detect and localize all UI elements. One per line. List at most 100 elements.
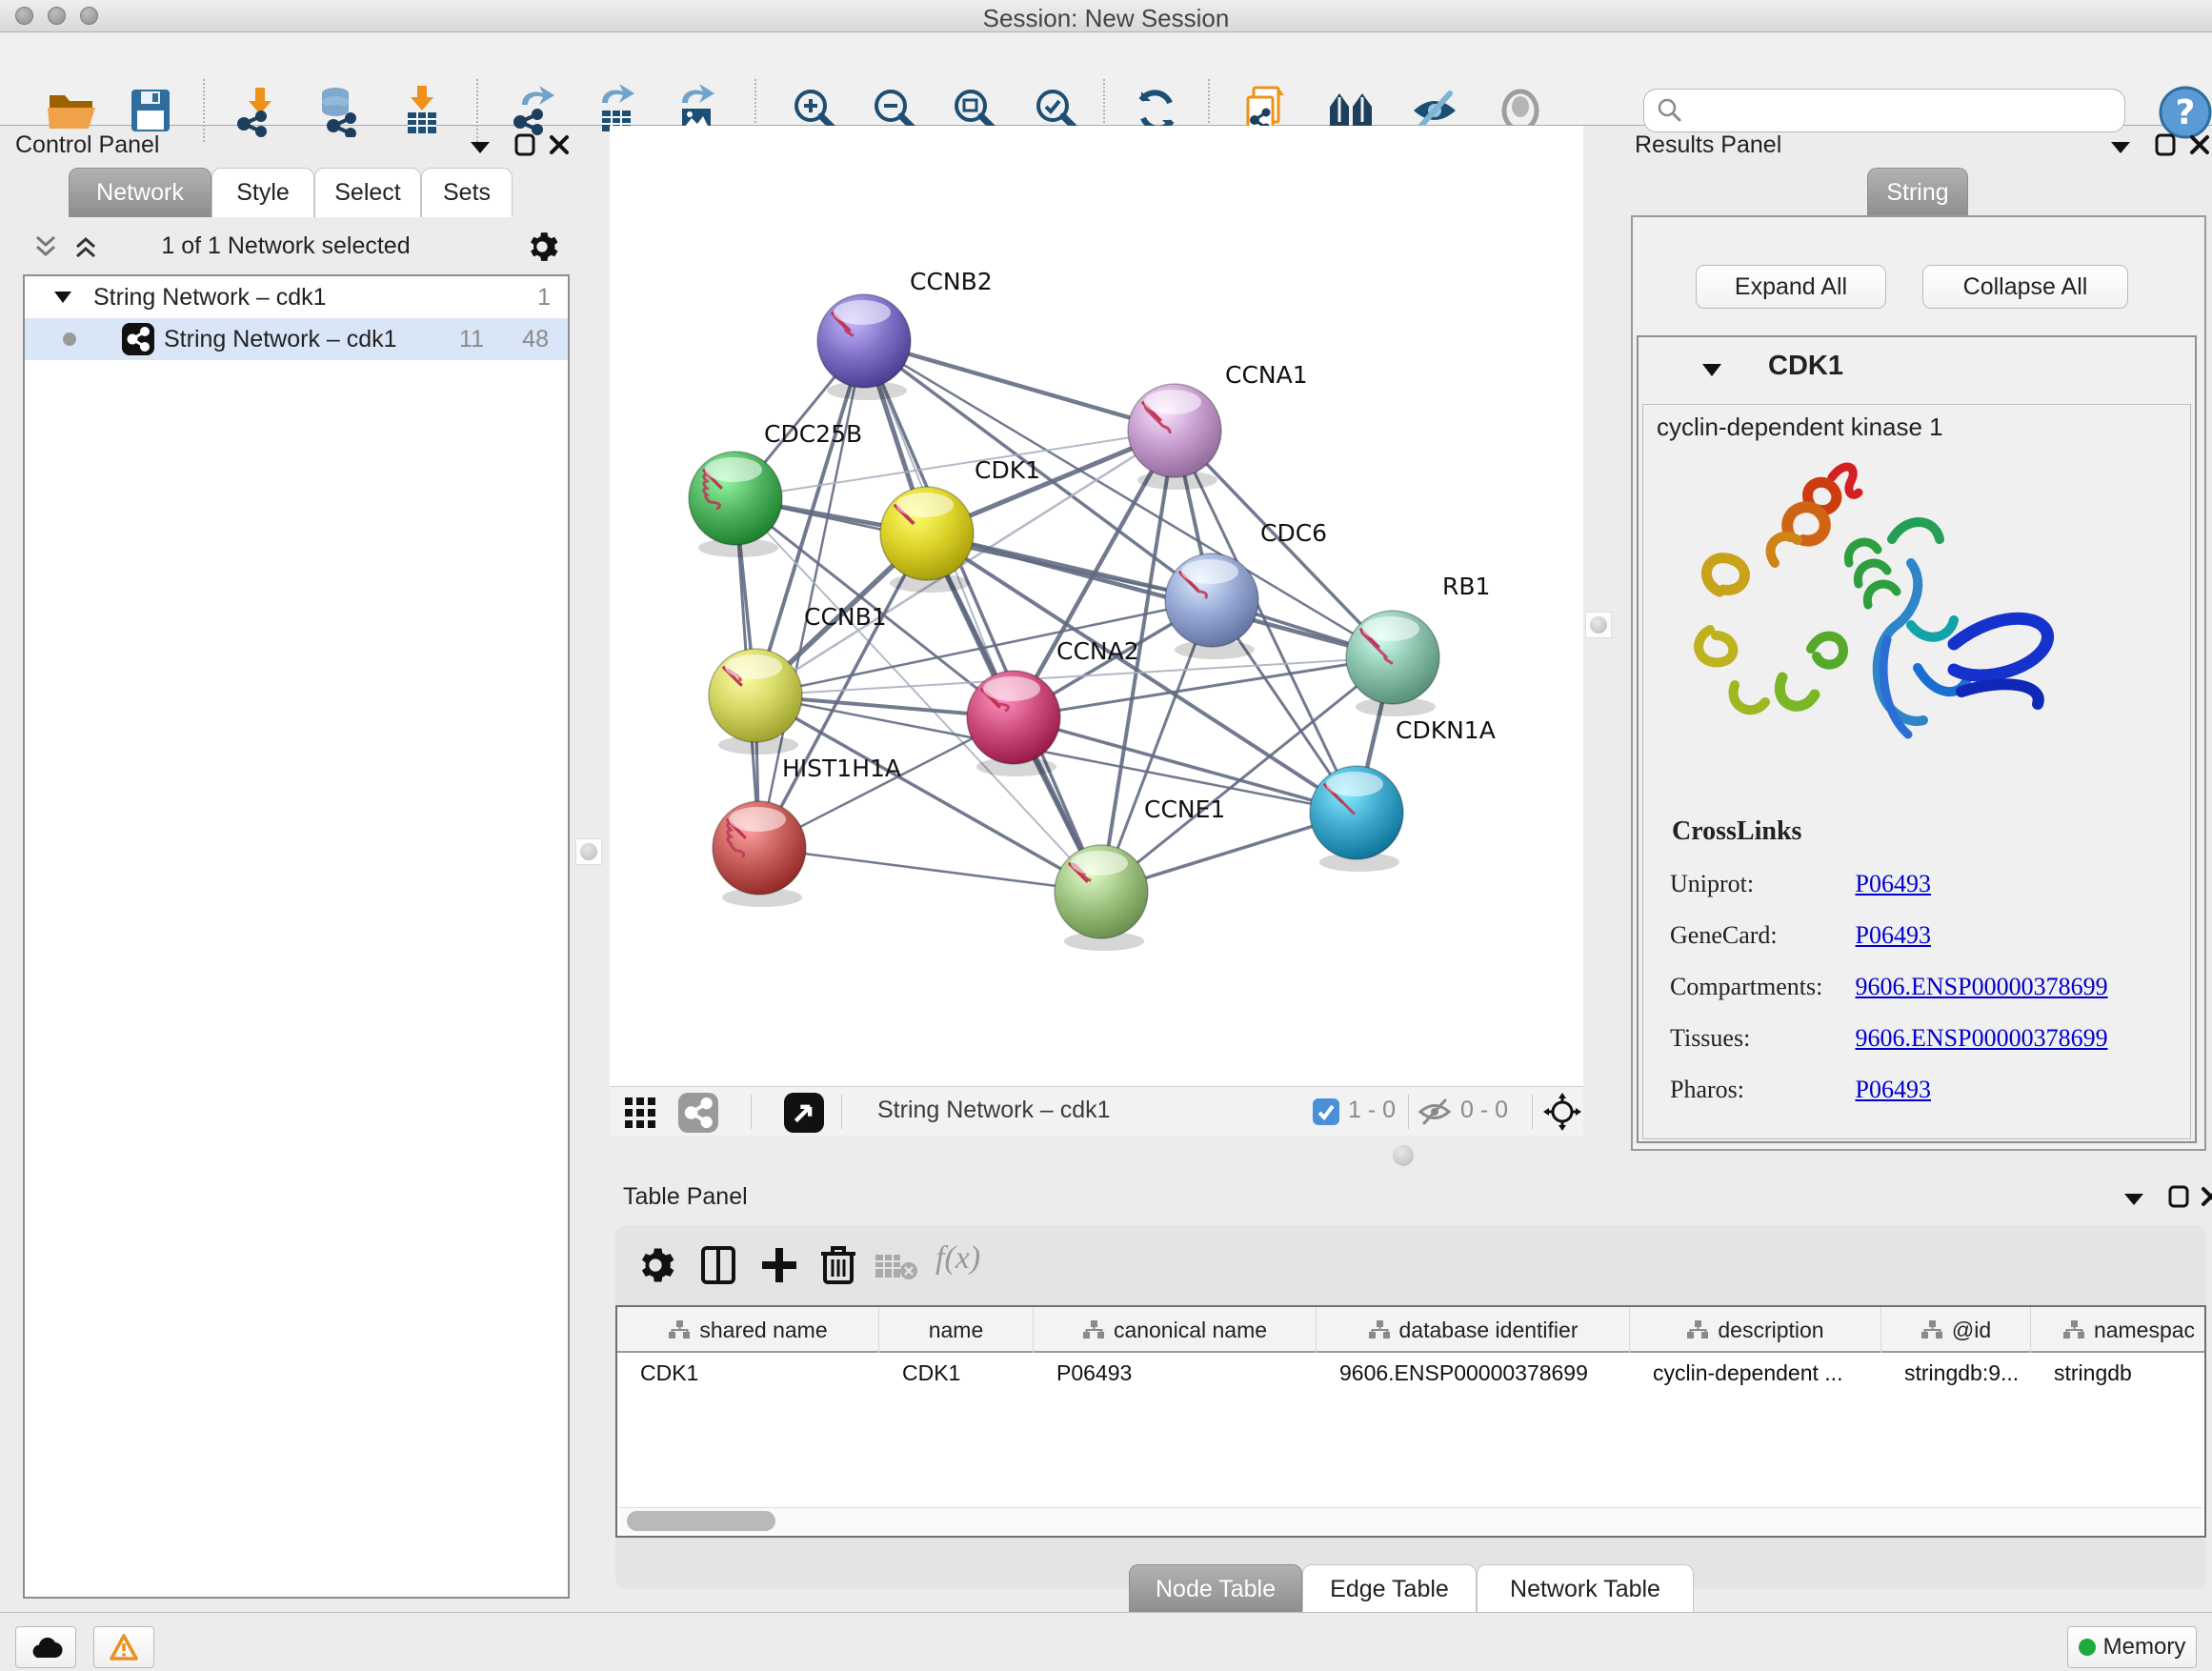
table-cell[interactable]: 9606.ENSP00000378699: [1317, 1353, 1630, 1393]
show-columns-icon[interactable]: [697, 1244, 739, 1286]
float-window-icon[interactable]: [514, 133, 535, 156]
float-window-icon[interactable]: [2155, 133, 2176, 156]
birdseye-navigator-icon[interactable]: [1543, 1093, 1581, 1131]
table-cell[interactable]: CDK1: [879, 1353, 1034, 1393]
collapse-all-button[interactable]: Collapse All: [1922, 265, 2128, 309]
crosslink-link[interactable]: P06493: [1856, 1076, 1931, 1103]
node-CDC6[interactable]: CDC6: [1165, 519, 1327, 659]
network-options-gear-icon[interactable]: [526, 231, 558, 263]
tab-string[interactable]: String: [1867, 168, 1968, 217]
column-header-canonical-name[interactable]: canonical name: [1034, 1307, 1317, 1353]
string-results-card: Expand All Collapse All CDK1 cyclin-depe…: [1631, 215, 2206, 1151]
node-CCNE1[interactable]: CCNE1: [1055, 795, 1225, 951]
tab-select-label: Select: [334, 179, 400, 207]
bottom-splitter-handle[interactable]: [1393, 1145, 1414, 1166]
column-header-name[interactable]: name: [879, 1307, 1034, 1353]
edge-HIST1H1A-CCNE1[interactable]: [759, 848, 1101, 892]
control-panel-header: Control Panel: [0, 126, 572, 168]
memory-button[interactable]: Memory: [2067, 1626, 2197, 1668]
add-column-icon[interactable]: [758, 1244, 800, 1286]
tab-network-label: Network: [96, 179, 184, 207]
edge-CCNB2-CCNE1[interactable]: [864, 341, 1101, 892]
float-menu-icon[interactable]: [2122, 1191, 2145, 1208]
delete-column-icon[interactable]: [817, 1242, 859, 1286]
search-input[interactable]: [1684, 97, 2103, 124]
scrollbar-thumb[interactable]: [627, 1511, 775, 1531]
edge-CCNB2-CCNA1[interactable]: [864, 341, 1175, 431]
cloud-status-button[interactable]: [15, 1626, 76, 1668]
network-view-icon[interactable]: [678, 1093, 718, 1133]
node-CCNA1[interactable]: CCNA1: [1128, 361, 1308, 490]
node-label-CCNA2: CCNA2: [1056, 637, 1139, 665]
hidden-counts: 0 - 0: [1460, 1097, 1508, 1124]
tab-style[interactable]: Style: [211, 168, 314, 217]
tab-node-table[interactable]: Node Table: [1129, 1564, 1302, 1614]
table-cell[interactable]: CDK1: [617, 1353, 879, 1393]
selected-checkbox-icon[interactable]: [1313, 1098, 1339, 1125]
network-canvas[interactable]: CCNB2 CCNA1 CDC25B CDK1 CDC6RB1 CCNB1 CCNA2 CDK…: [610, 126, 1583, 1086]
close-panel-icon[interactable]: [549, 133, 570, 156]
sitemap-icon: [668, 1319, 691, 1340]
crosslink-link[interactable]: 9606.ENSP00000378699: [1856, 1024, 2108, 1052]
column-header--id[interactable]: @id: [1881, 1307, 2031, 1353]
tab-network-table[interactable]: Network Table: [1477, 1564, 1694, 1614]
grid-view-icon[interactable]: [621, 1094, 659, 1132]
column-header-database-identifier[interactable]: database identifier: [1317, 1307, 1630, 1353]
crosslink-link[interactable]: P06493: [1856, 921, 1931, 949]
network-row[interactable]: String Network – cdk1 11 48: [25, 318, 568, 360]
table-horizontal-scrollbar[interactable]: [619, 1507, 2202, 1534]
collection-expand-icon[interactable]: [53, 290, 72, 305]
node-CDK1[interactable]: CDK1: [880, 456, 1040, 593]
table-cell[interactable]: stringdb:9...: [1881, 1353, 2031, 1393]
column-header-shared-name[interactable]: shared name: [617, 1307, 879, 1353]
warnings-button[interactable]: [93, 1626, 154, 1668]
detach-view-icon[interactable]: [784, 1093, 824, 1133]
float-menu-icon[interactable]: [2109, 139, 2132, 156]
close-panel-icon[interactable]: [2189, 133, 2210, 156]
tab-select[interactable]: Select: [314, 168, 421, 217]
protein-structure-image: [1668, 449, 2078, 773]
edge-CDK1-RB1[interactable]: [927, 534, 1393, 657]
expand-all-label: Expand All: [1735, 273, 1847, 301]
network-label: String Network – cdk1: [164, 326, 397, 353]
node-CCNA2[interactable]: CCNA2: [967, 637, 1139, 776]
float-window-icon[interactable]: [2168, 1185, 2189, 1208]
title-bar: Session: New Session: [0, 0, 2212, 32]
network-selection-summary: 1 of 1 Network selected: [0, 232, 572, 260]
tab-edge-table[interactable]: Edge Table: [1302, 1564, 1477, 1614]
network-graph[interactable]: CCNB2 CCNA1 CDC25B CDK1 CDC6RB1 CCNB1 CCNA2 CDK…: [610, 126, 1583, 1086]
network-collection-row[interactable]: String Network – cdk1 1: [25, 276, 568, 318]
node-CCNB2[interactable]: CCNB2: [817, 268, 993, 400]
table-row[interactable]: CDK1CDK1P064939606.ENSP00000378699cyclin…: [617, 1353, 2206, 1393]
crosslink-row: Pharos: P06493: [1670, 1076, 1931, 1104]
right-splitter-handle[interactable]: [1585, 612, 1612, 638]
tab-sets[interactable]: Sets: [421, 168, 513, 217]
function-builder-icon[interactable]: f(x): [935, 1240, 980, 1277]
expand-all-button[interactable]: Expand All: [1696, 265, 1886, 309]
float-menu-icon[interactable]: [469, 139, 492, 156]
left-splitter-handle[interactable]: [575, 838, 602, 865]
column-header-namespac[interactable]: namespac: [2031, 1307, 2206, 1353]
node-RB1[interactable]: RB1: [1346, 573, 1490, 716]
table-cell[interactable]: cyclin-dependent ...: [1630, 1353, 1881, 1393]
node-CDKN1A[interactable]: CDKN1A: [1310, 716, 1496, 872]
column-header-description[interactable]: description: [1630, 1307, 1881, 1353]
node-count: 11: [459, 326, 484, 353]
table-cell[interactable]: P06493: [1034, 1353, 1317, 1393]
node-label-CDC25B: CDC25B: [764, 420, 862, 448]
edge-RB1-CCNA2[interactable]: [1014, 657, 1393, 717]
delete-table-icon[interactable]: [875, 1252, 918, 1280]
node-HIST1H1A[interactable]: HIST1H1A: [713, 755, 901, 907]
table-cell[interactable]: stringdb: [2031, 1353, 2206, 1393]
node-CDC25B[interactable]: CDC25B: [689, 420, 862, 557]
crosslink-row: Tissues: 9606.ENSP00000378699: [1670, 1024, 2108, 1053]
table-settings-gear-icon[interactable]: [636, 1246, 674, 1284]
close-panel-icon[interactable]: [2201, 1185, 2212, 1208]
crosslink-link[interactable]: P06493: [1856, 870, 1931, 897]
gene-expand-icon[interactable]: [1701, 362, 1722, 378]
selected-counts: 1 - 0: [1348, 1097, 1396, 1124]
crosslink-link[interactable]: 9606.ENSP00000378699: [1856, 973, 2108, 1000]
tab-network[interactable]: Network: [69, 168, 211, 217]
tab-edge-table-label: Edge Table: [1330, 1576, 1449, 1603]
node-CCNB1[interactable]: CCNB1: [709, 603, 887, 755]
